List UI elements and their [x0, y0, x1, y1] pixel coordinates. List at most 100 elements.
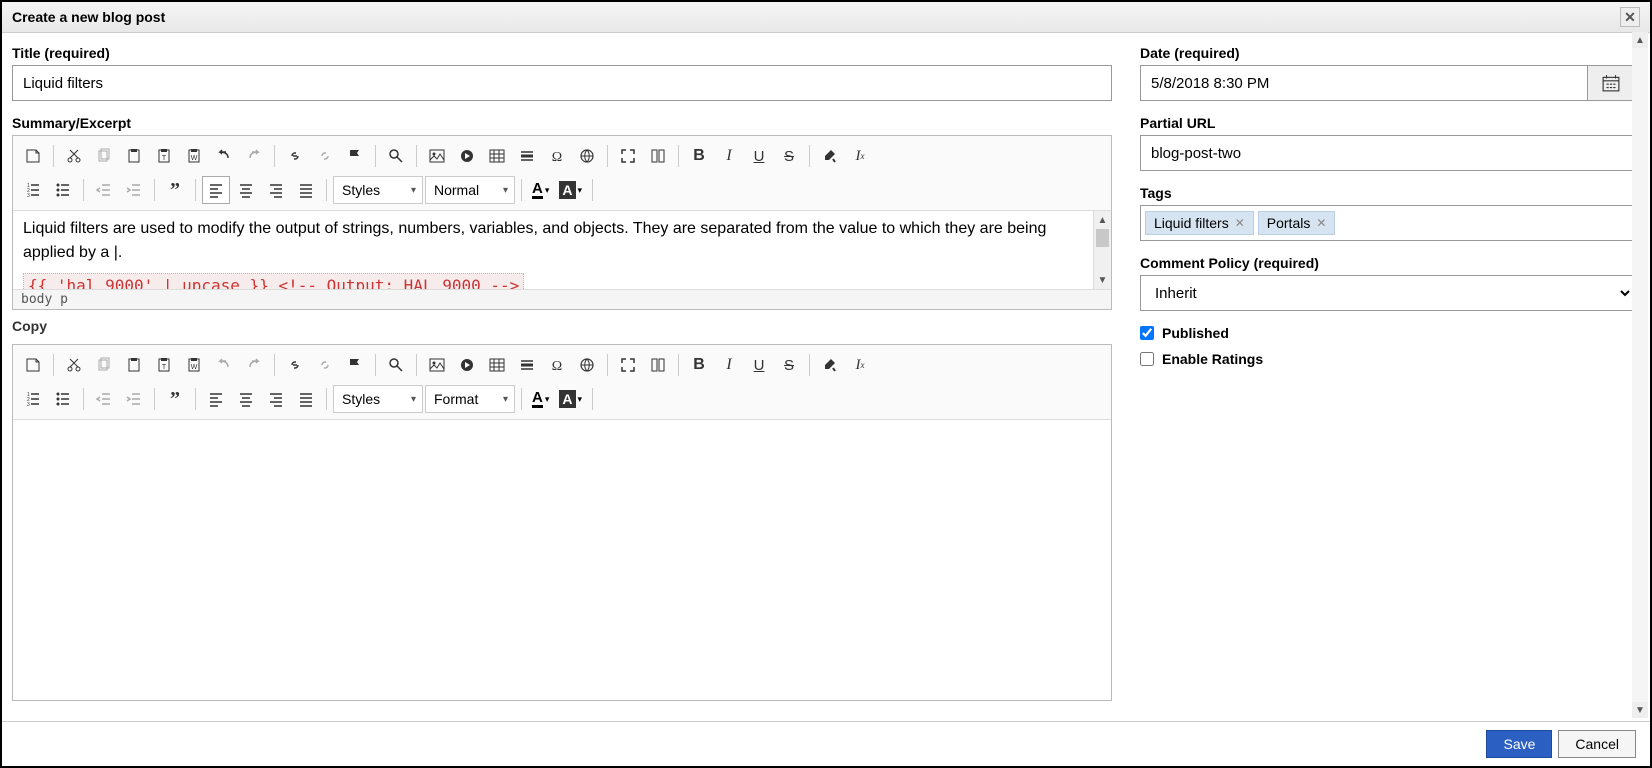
format-dropdown[interactable]: Format — [425, 385, 515, 413]
blockquote-icon[interactable]: ” — [161, 176, 189, 204]
date-input[interactable] — [1140, 65, 1588, 101]
copy-icon[interactable] — [90, 351, 118, 379]
maximize-icon[interactable] — [614, 142, 642, 170]
indent-icon[interactable] — [120, 176, 148, 204]
tag-chip[interactable]: Portals✕ — [1258, 211, 1336, 235]
undo-icon[interactable] — [210, 351, 238, 379]
paste-word-icon[interactable]: W — [180, 142, 208, 170]
close-icon[interactable]: ✕ — [1620, 7, 1640, 27]
outdent-icon[interactable] — [90, 176, 118, 204]
alignright-icon[interactable] — [262, 176, 290, 204]
redo-icon[interactable] — [240, 142, 268, 170]
hr-icon[interactable] — [513, 142, 541, 170]
link-icon[interactable] — [281, 142, 309, 170]
aligncenter-icon[interactable] — [232, 176, 260, 204]
tag-remove-icon[interactable]: ✕ — [1316, 216, 1326, 230]
paint-icon[interactable] — [816, 142, 844, 170]
paste-word-icon[interactable]: W — [180, 351, 208, 379]
table-icon[interactable] — [483, 142, 511, 170]
image-icon[interactable] — [423, 351, 451, 379]
summary-scrollbar[interactable]: ▲ ▼ — [1093, 211, 1111, 289]
undo-icon[interactable] — [210, 142, 238, 170]
paste-icon[interactable] — [120, 142, 148, 170]
iframe-icon[interactable] — [573, 142, 601, 170]
summary-content[interactable]: Liquid filters are used to modify the ou… — [13, 211, 1111, 289]
aligncenter-icon[interactable] — [232, 385, 260, 413]
scroll-up-icon[interactable]: ▲ — [1094, 211, 1111, 229]
outdent-icon[interactable] — [90, 385, 118, 413]
bold-icon[interactable]: B — [685, 142, 713, 170]
format-dropdown[interactable]: Normal — [425, 176, 515, 204]
tag-chip[interactable]: Liquid filters✕ — [1145, 211, 1254, 235]
numberlist-icon[interactable]: 123 — [19, 385, 47, 413]
strike-icon[interactable]: S — [775, 351, 803, 379]
hr-icon[interactable] — [513, 351, 541, 379]
ratings-checkbox[interactable] — [1140, 352, 1154, 366]
alignleft-icon[interactable] — [202, 385, 230, 413]
anchor-flag-icon[interactable] — [341, 351, 369, 379]
styles-dropdown[interactable]: Styles — [333, 176, 423, 204]
indent-icon[interactable] — [120, 385, 148, 413]
underline-icon[interactable]: U — [745, 142, 773, 170]
paste-icon[interactable] — [120, 351, 148, 379]
blockquote-icon[interactable]: ” — [161, 385, 189, 413]
maximize-icon[interactable] — [614, 351, 642, 379]
published-checkbox[interactable] — [1140, 326, 1154, 340]
justify-icon[interactable] — [292, 385, 320, 413]
unlink-icon[interactable] — [311, 351, 339, 379]
bgcolor-button[interactable]: A▾ — [555, 385, 586, 413]
showblocks-icon[interactable] — [644, 142, 672, 170]
bold-icon[interactable]: B — [685, 351, 713, 379]
cancel-button[interactable]: Cancel — [1558, 730, 1636, 758]
styles-dropdown[interactable]: Styles — [333, 385, 423, 413]
title-input[interactable] — [12, 65, 1112, 101]
scroll-thumb[interactable] — [1096, 229, 1109, 247]
paste-text-icon[interactable]: T — [150, 351, 178, 379]
image-icon[interactable] — [423, 142, 451, 170]
bulletlist-icon[interactable] — [49, 176, 77, 204]
paint-icon[interactable] — [816, 351, 844, 379]
strike-icon[interactable]: S — [775, 142, 803, 170]
url-input[interactable] — [1140, 135, 1634, 171]
anchor-flag-icon[interactable] — [341, 142, 369, 170]
paste-text-icon[interactable]: T — [150, 142, 178, 170]
scroll-down-icon[interactable]: ▼ — [1632, 702, 1648, 718]
summary-status[interactable]: body p — [13, 289, 1111, 309]
removeformat-icon[interactable]: Ix — [846, 142, 874, 170]
iframe-icon[interactable] — [573, 351, 601, 379]
justify-icon[interactable] — [292, 176, 320, 204]
find-icon[interactable] — [382, 142, 410, 170]
calendar-button[interactable] — [1588, 65, 1634, 101]
find-icon[interactable] — [382, 351, 410, 379]
alignleft-icon[interactable] — [202, 176, 230, 204]
italic-icon[interactable]: I — [715, 351, 743, 379]
dialog-scrollbar[interactable]: ▲ ▼ — [1632, 32, 1648, 718]
copy-icon[interactable] — [90, 142, 118, 170]
showblocks-icon[interactable] — [644, 351, 672, 379]
numberlist-icon[interactable]: 123 — [19, 176, 47, 204]
textcolor-button[interactable]: A▾ — [528, 385, 553, 413]
copy-content[interactable] — [13, 420, 1111, 700]
link-icon[interactable] — [281, 351, 309, 379]
policy-select[interactable]: Inherit — [1140, 275, 1634, 311]
save-button[interactable]: Save — [1486, 730, 1552, 758]
redo-icon[interactable] — [240, 351, 268, 379]
tag-remove-icon[interactable]: ✕ — [1235, 216, 1245, 230]
scroll-up-icon[interactable]: ▲ — [1632, 32, 1648, 48]
embed-icon[interactable] — [453, 351, 481, 379]
specialchar-icon[interactable]: Ω — [543, 351, 571, 379]
embed-icon[interactable] — [453, 142, 481, 170]
tags-input[interactable]: Liquid filters✕ Portals✕ — [1140, 205, 1634, 241]
unlink-icon[interactable] — [311, 142, 339, 170]
alignright-icon[interactable] — [262, 385, 290, 413]
cut-icon[interactable] — [60, 351, 88, 379]
specialchar-icon[interactable]: Ω — [543, 142, 571, 170]
italic-icon[interactable]: I — [715, 142, 743, 170]
source-icon[interactable] — [19, 351, 47, 379]
textcolor-button[interactable]: A▾ — [528, 176, 553, 204]
cut-icon[interactable] — [60, 142, 88, 170]
table-icon[interactable] — [483, 351, 511, 379]
removeformat-icon[interactable]: Ix — [846, 351, 874, 379]
bgcolor-button[interactable]: A▾ — [555, 176, 586, 204]
underline-icon[interactable]: U — [745, 351, 773, 379]
